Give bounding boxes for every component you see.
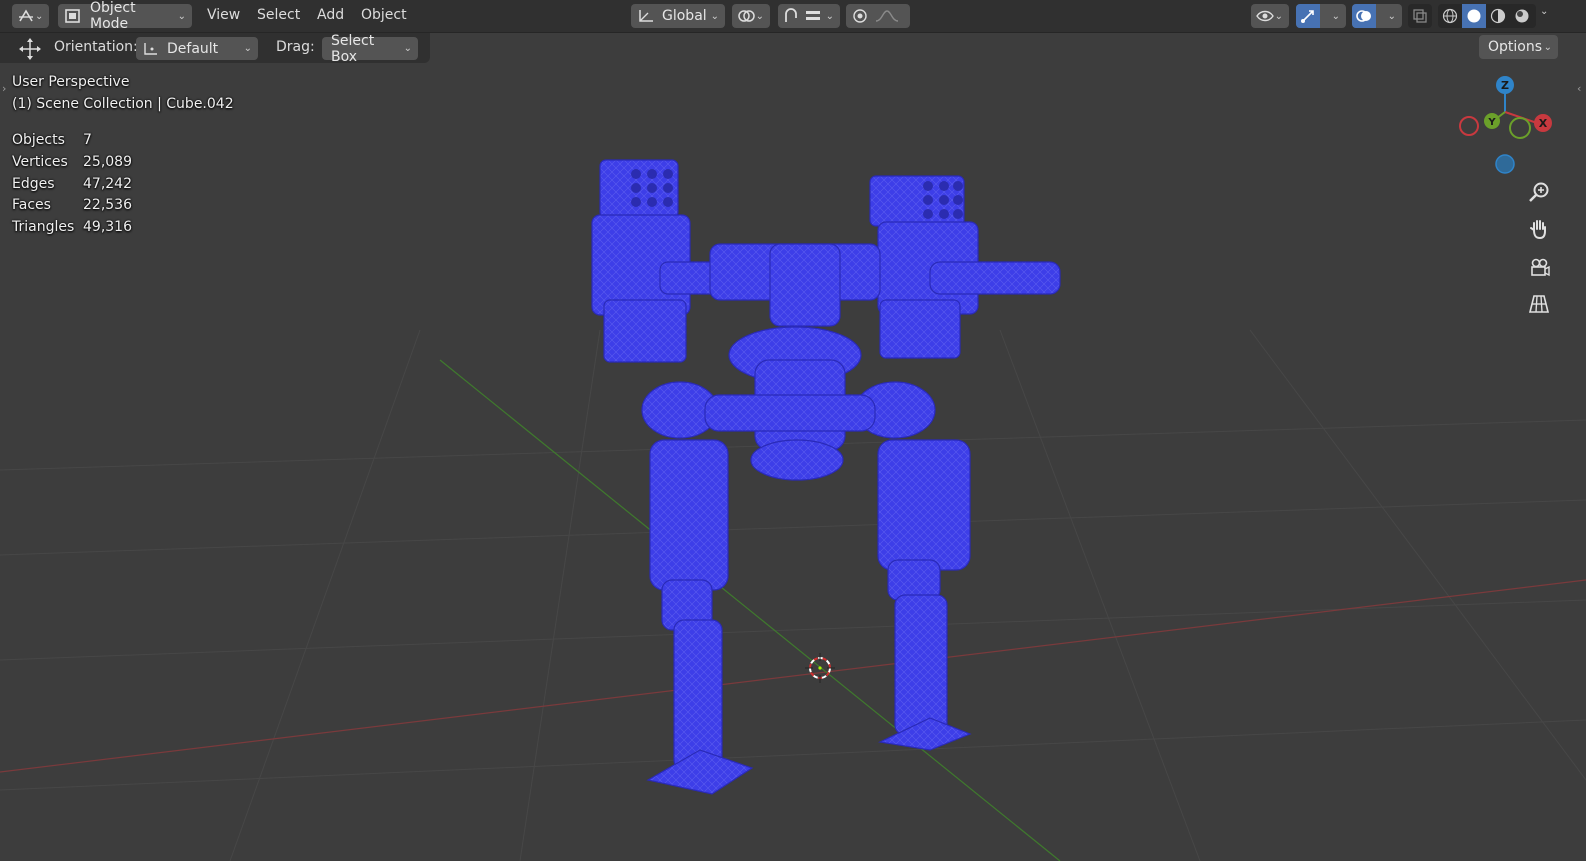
- stat-row: Faces 22,536: [12, 197, 132, 219]
- stat-value: 7: [83, 132, 92, 148]
- overlay-icon[interactable]: [1352, 4, 1376, 28]
- orientation-axes-icon: [141, 41, 159, 57]
- proportional-edit-icon: [852, 8, 868, 24]
- object-mode-dropdown[interactable]: Object Mode ⌄: [58, 0, 192, 32]
- navigation-gizmo[interactable]: Z Y X: [1452, 72, 1562, 182]
- falloff-curve-icon: [874, 8, 900, 24]
- camera-view-button[interactable]: [1524, 252, 1554, 282]
- scene-statistics: Objects 7 Vertices 25,089 Edges 47,242 Face…: [12, 132, 132, 241]
- chevron-down-icon: ⌄: [1543, 41, 1552, 53]
- stat-label: Vertices: [12, 153, 68, 170]
- mech-model[interactable]: [0, 0, 1586, 861]
- orientation-value: Default: [167, 40, 219, 57]
- zoom-icon: [1528, 181, 1550, 203]
- orientation-dropdown[interactable]: Default ⌄: [136, 37, 258, 60]
- 3d-viewport[interactable]: [0, 0, 1586, 861]
- visibility-dropdown[interactable]: ⌄: [1251, 4, 1289, 28]
- chevron-down-icon: ⌄: [755, 10, 764, 22]
- object-mode-icon: [64, 8, 82, 24]
- x-axis-label: X: [1539, 117, 1548, 130]
- pan-button[interactable]: [1524, 214, 1554, 244]
- stat-row: Triangles 49,316: [12, 219, 132, 241]
- menu-add[interactable]: Add: [317, 7, 344, 23]
- collection-line: (1) Scene Collection | Cube.042: [12, 96, 234, 112]
- viewport-info: User Perspective (1) Scene Collection | …: [12, 74, 234, 118]
- menu-select[interactable]: Select: [257, 7, 300, 23]
- chevron-down-icon: ⌄: [1274, 10, 1283, 22]
- chevron-down-icon: ⌄: [1387, 10, 1396, 22]
- stat-label: Edges: [12, 175, 55, 192]
- camera-icon: [1528, 256, 1550, 278]
- xray-toggle[interactable]: [1408, 4, 1432, 28]
- material-shading-icon[interactable]: [1486, 4, 1510, 28]
- overlay-toggle[interactable]: ⌄: [1352, 4, 1402, 28]
- stat-row: Objects 7: [12, 132, 132, 154]
- view-name: User Perspective: [12, 74, 130, 90]
- object-mode-label: Object Mode: [90, 0, 136, 32]
- chevron-down-icon: ⌄: [35, 10, 44, 22]
- options-label: Options: [1488, 39, 1543, 55]
- transform-orientation-dropdown[interactable]: Global ⌄: [631, 4, 725, 28]
- pan-hand-icon: [1528, 218, 1550, 240]
- chevron-down-icon: ⌄: [1331, 10, 1340, 22]
- stat-row: Vertices 25,089: [12, 154, 132, 176]
- sidebar-expand-arrow-icon[interactable]: ‹: [1577, 82, 1581, 95]
- stat-value: 49,316: [83, 219, 132, 236]
- chevron-down-icon: ⌄: [243, 43, 252, 54]
- 3d-cursor-icon[interactable]: [805, 653, 835, 683]
- drag-dropdown[interactable]: Select Box ⌄: [322, 33, 418, 65]
- pivot-point-dropdown[interactable]: ⌄: [732, 4, 770, 28]
- drag-value: Select Box: [331, 32, 375, 65]
- transform-orientation-label: Global: [662, 8, 707, 24]
- snap-icon: [782, 8, 800, 24]
- stat-label: Faces: [12, 197, 51, 214]
- editor-type-button[interactable]: ⌄: [12, 4, 49, 28]
- z-axis-label: Z: [1501, 79, 1509, 92]
- stat-row: Edges 47,242: [12, 176, 132, 198]
- rendered-shading-icon[interactable]: [1510, 4, 1534, 28]
- orientation-label: Orientation:: [54, 39, 138, 55]
- x-axis-handle[interactable]: X: [1534, 114, 1552, 132]
- chevron-down-icon: ⌄: [710, 10, 719, 22]
- pivot-icon: [737, 8, 755, 24]
- xray-icon: [1412, 8, 1428, 24]
- y-axis-handle[interactable]: Y: [1484, 113, 1500, 129]
- z-axis-handle[interactable]: Z: [1496, 76, 1514, 94]
- shading-modes[interactable]: [1438, 4, 1536, 28]
- gizmo-toggle[interactable]: ⌄: [1296, 4, 1346, 28]
- options-dropdown[interactable]: Options ⌄: [1479, 35, 1558, 59]
- snap-controls[interactable]: ⌄: [778, 4, 840, 28]
- tool-settings-bar: Orientation: Default ⌄ Drag: Select Box …: [0, 33, 430, 65]
- snap-target-icon: [804, 8, 822, 24]
- menu-object[interactable]: Object: [361, 7, 407, 23]
- orientation-icon: [636, 8, 656, 24]
- chevron-down-icon: ⌄: [825, 10, 834, 22]
- zoom-button[interactable]: [1524, 177, 1554, 207]
- viewport-header: ⌄ Object Mode ⌄ View Select Add Object G…: [0, 0, 1586, 33]
- visibility-icon: [1256, 8, 1274, 24]
- wireframe-shading-icon[interactable]: [1438, 4, 1462, 28]
- chevron-down-icon: ⌄: [403, 43, 412, 54]
- y-axis-label: Y: [1487, 117, 1496, 128]
- shading-chevron-down-icon[interactable]: ⌄: [1540, 6, 1548, 17]
- perspective-toggle-button[interactable]: [1524, 289, 1554, 319]
- proportional-editing-controls[interactable]: [846, 4, 910, 28]
- stat-value: 22,536: [83, 197, 132, 214]
- drag-label: Drag:: [276, 39, 315, 55]
- editor-type-icon: [17, 8, 35, 24]
- move-tool-icon[interactable]: [18, 37, 42, 61]
- chevron-down-icon: ⌄: [177, 10, 186, 22]
- menu-view[interactable]: View: [207, 7, 240, 23]
- stat-label: Triangles: [12, 219, 75, 236]
- stat-value: 47,242: [83, 175, 132, 192]
- grid-perspective-icon: [1528, 293, 1550, 315]
- solid-shading-icon[interactable]: [1462, 4, 1486, 28]
- stat-label: Objects: [12, 132, 65, 148]
- stat-value: 25,089: [83, 153, 132, 170]
- toolbar-expand-arrow-icon[interactable]: ›: [2, 82, 6, 95]
- gizmo-icon[interactable]: [1296, 4, 1320, 28]
